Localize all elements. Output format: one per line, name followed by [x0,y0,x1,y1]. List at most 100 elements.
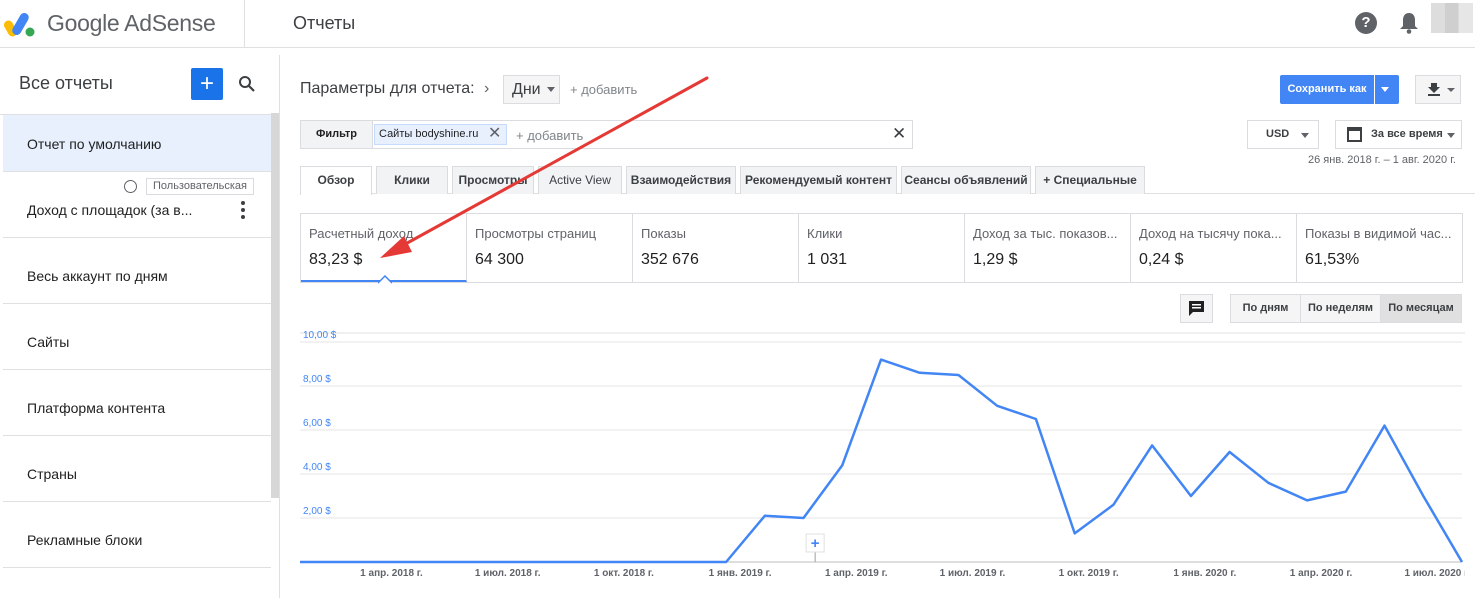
tab-views[interactable]: Просмотры [452,166,534,194]
currency-value: USD [1266,128,1290,140]
metric-estimated-revenue[interactable]: Расчетный доход 83,23 $ [301,214,467,282]
help-icon[interactable]: ? [1355,12,1377,34]
date-range-select[interactable]: За все время [1335,120,1462,149]
metric-label: Просмотры страниц [475,226,597,241]
close-icon[interactable]: ✕ [488,125,501,143]
x-tick-label: 1 июл. 2020 г. [1404,568,1465,579]
granularity-month-button[interactable]: По месяцам [1380,294,1462,323]
metric-label: Доход на тысячу пока... [1139,226,1282,241]
chevron-right-icon: › [484,80,490,97]
sidebar-title: Все отчеты [19,73,113,93]
sidebar-header: Все отчеты + [0,55,279,115]
sidebar-item-label: Страны [27,466,77,482]
tab-label: + Специальные [1043,173,1137,187]
revenue-line-chart[interactable]: 10,00 $ 8,00 $ 6,00 $ 4,00 $ 2,00 $ 1 апр. 20… [300,330,1465,598]
notifications-bell-icon[interactable] [1399,12,1419,34]
metric-label: Показы в видимой час... [1305,226,1452,241]
chevron-down-icon [546,87,555,93]
avatar[interactable] [1431,3,1473,33]
more-vert-icon[interactable] [241,201,245,219]
tab-label: Просмотры [458,173,528,187]
tab-label: Рекомендуемый контент [745,173,892,187]
metric-rpm-per-thousand[interactable]: Доход на тысячу пока... 0,24 $ [1131,214,1297,282]
brand-name[interactable]: Google AdSense [47,10,216,37]
tab-overview[interactable]: Обзор [300,166,372,195]
calendar-icon [1347,127,1362,142]
metric-value: 0,24 $ [1139,251,1184,268]
y-tick-label: 8,00 $ [303,374,331,385]
annotations-button[interactable] [1180,294,1213,323]
date-range-text: 26 янв. 2018 г. – 1 авг. 2020 г. [1308,154,1456,166]
add-filter-input[interactable]: + добавить [516,128,583,143]
metric-value: 1 031 [807,251,848,268]
page-title: Отчеты [293,13,356,33]
metric-value: 61,53% [1305,251,1360,268]
metric-viewability[interactable]: Показы в видимой час... 61,53% [1297,214,1462,282]
chevron-down-icon [1447,133,1455,138]
sidebar-item-label: Весь аккаунт по дням [27,268,168,284]
tab-custom[interactable]: + Специальные [1035,166,1145,194]
tab-label: Взаимодействия [630,173,732,187]
sidebar-item-default-report[interactable]: Отчет по умолчанию [3,115,271,172]
x-tick-label: 1 июл. 2018 г. [475,568,541,579]
granularity-day-button[interactable]: По дням [1230,294,1301,323]
x-tick-label: 1 окт. 2018 г. [594,568,654,579]
revenue-series-line [300,358,1464,564]
tab-ad-sessions[interactable]: Сеансы объявлений [901,166,1031,194]
metric-value: 1,29 $ [973,251,1018,268]
download-button[interactable] [1415,75,1461,104]
add-dimension-link[interactable]: + добавить [570,82,637,97]
adsense-logo-icon[interactable] [4,10,36,38]
metric-label: Показы [641,226,686,241]
selected-metric-indicator [378,275,392,284]
clear-filter-icon[interactable]: ✕ [892,125,906,143]
search-icon[interactable] [238,75,256,93]
tab-active-view[interactable]: Active View [538,166,622,194]
tab-clicks[interactable]: Клики [376,166,448,194]
chevron-down-icon [1301,133,1309,138]
sidebar-item-label: Платформа контента [27,400,166,416]
report-params-label: Параметры для отчета: [300,80,475,97]
x-tick-label: 1 апр. 2019 г. [825,568,888,579]
metric-label: Расчетный доход [309,226,414,241]
dimension-select[interactable]: Дни [503,75,560,104]
download-icon [1428,83,1455,96]
clock-icon [124,180,137,193]
currency-select[interactable]: USD [1247,120,1319,149]
top-bar: Google AdSense Отчеты ? [0,0,1475,48]
date-preset-value: За все время [1371,128,1443,140]
metric-label: Доход за тыс. показов... [973,226,1118,241]
sidebar-item-sites[interactable]: Сайты [3,313,271,370]
x-tick-label: 1 янв. 2019 г. [709,568,772,579]
add-report-button[interactable]: + [191,68,223,100]
metric-page-views[interactable]: Просмотры страниц 64 300 [467,214,633,282]
sidebar-item-content-platform[interactable]: Платформа контента [3,379,271,436]
metric-value: 352 676 [641,251,699,268]
metric-clicks[interactable]: Клики 1 031 [799,214,965,282]
metric-label: Клики [807,226,843,241]
dimension-value: Дни [512,81,541,98]
sidebar-item-ad-units[interactable]: Рекламные блоки [3,511,271,568]
custom-report-tag: Пользовательская [146,178,255,195]
tab-label: Active View [549,173,611,187]
sidebar-item-label: Сайты [27,334,70,350]
granularity-week-button[interactable]: По неделям [1300,294,1381,323]
x-tick-label: 1 апр. 2018 г. [360,568,423,579]
add-annotation-icon: + [811,535,820,552]
divider [244,0,245,48]
sidebar-item-countries[interactable]: Страны [3,445,271,502]
x-tick-label: 1 окт. 2019 г. [1059,568,1119,579]
tab-interactions[interactable]: Взаимодействия [626,166,736,194]
sidebar-item-label: Отчет по умолчанию [27,136,162,152]
chevron-down-icon [1381,87,1389,92]
metric-rpm-impressions[interactable]: Доход за тыс. показов... 1,29 $ [965,214,1131,282]
x-tick-label: 1 янв. 2020 г. [1173,568,1236,579]
metric-impressions[interactable]: Показы 352 676 [633,214,799,282]
sidebar-scrollbar[interactable] [271,113,279,498]
save-options-button[interactable] [1375,75,1399,104]
sidebar-item-account-by-day[interactable]: Весь аккаунт по дням [3,247,271,304]
tab-recommended-content[interactable]: Рекомендуемый контент [740,166,897,194]
tab-label: Обзор [317,173,355,187]
metrics-bar: Расчетный доход 83,23 $ Просмотры страни… [300,213,1463,283]
save-as-button[interactable]: Сохранить как [1280,75,1374,104]
